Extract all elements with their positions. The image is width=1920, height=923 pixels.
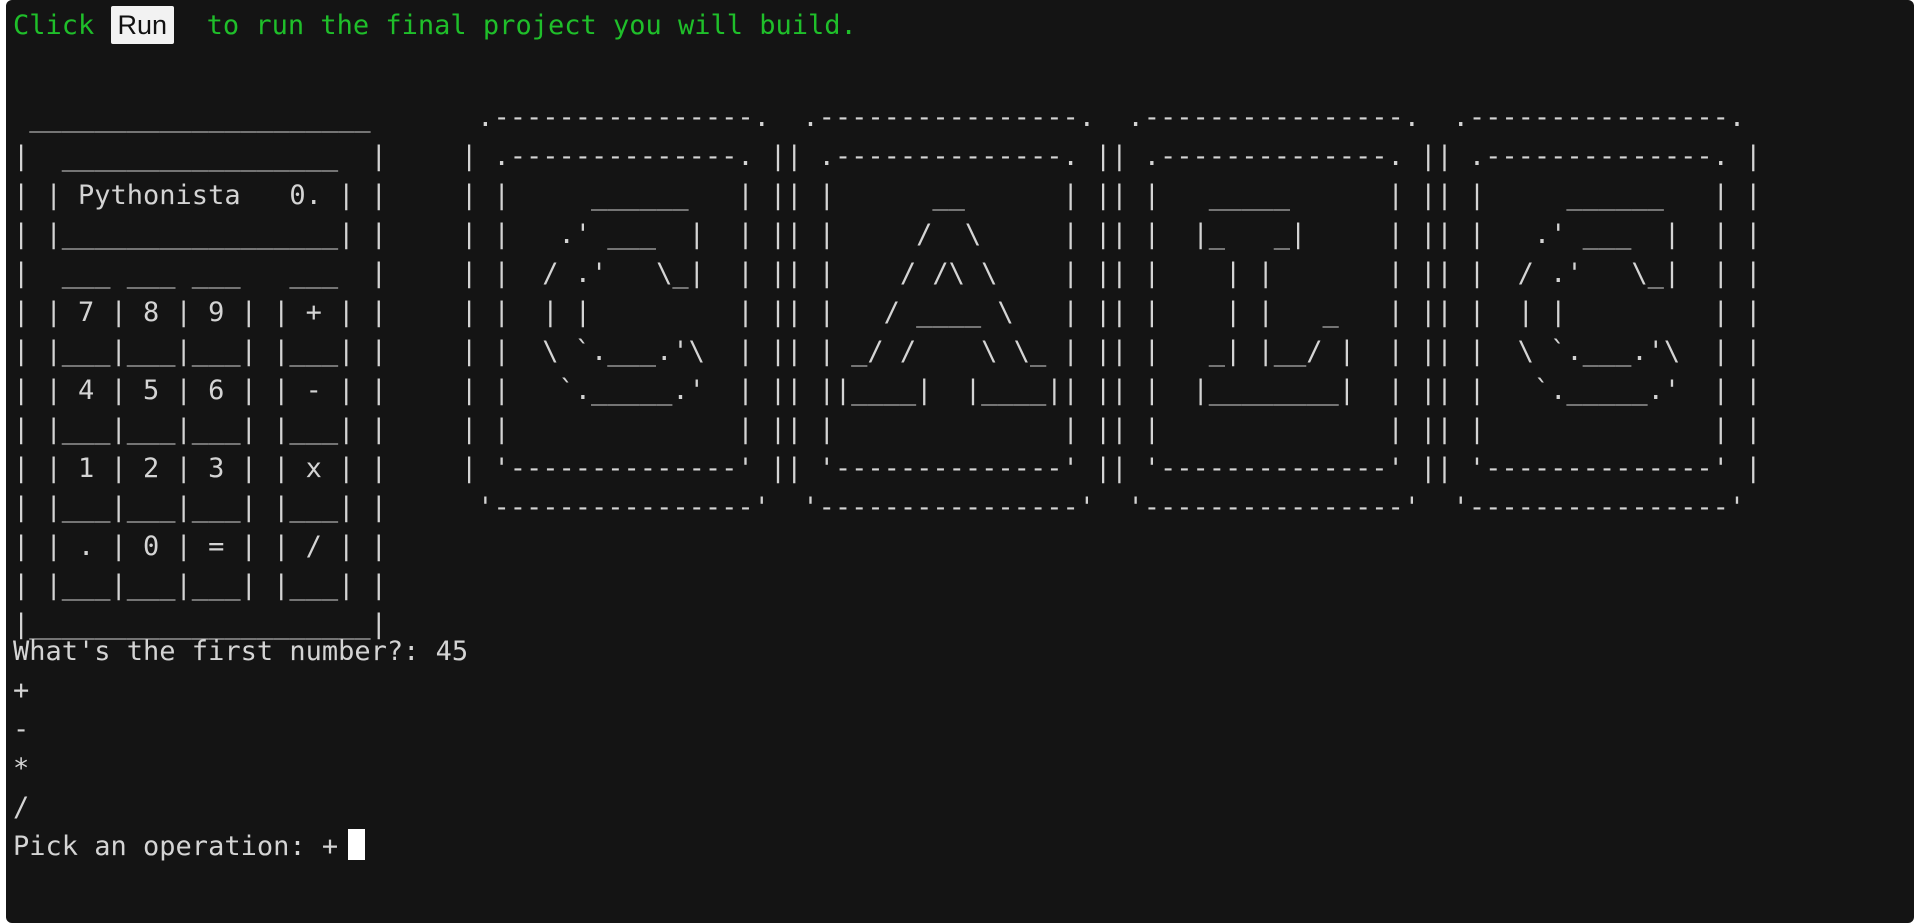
first-number-prompt: What's the first number?: 45 — [13, 636, 469, 667]
operation-option-multiply: * — [13, 753, 30, 784]
text-cursor — [348, 829, 366, 860]
calculator-ascii-art: _____________________ | ________________… — [13, 102, 387, 640]
operation-prompt-line[interactable]: Pick an operation: + — [13, 827, 366, 866]
operation-prompt: Pick an operation: + — [13, 831, 339, 862]
instruction-line: Click Run to run the final project you w… — [13, 6, 857, 45]
instruction-prefix: Click — [13, 10, 111, 41]
terminal-window[interactable]: Click Run to run the final project you w… — [6, 0, 1914, 923]
run-button[interactable]: Run — [110, 6, 175, 44]
operation-option-minus: - — [13, 714, 30, 745]
operation-option-plus: + — [13, 675, 30, 706]
operation-option-divide: / — [13, 792, 30, 823]
instruction-suffix: to run the final project you will build. — [174, 10, 857, 41]
calc-letters-ascii-art: .----------------. .----------------. .-… — [461, 102, 1762, 523]
